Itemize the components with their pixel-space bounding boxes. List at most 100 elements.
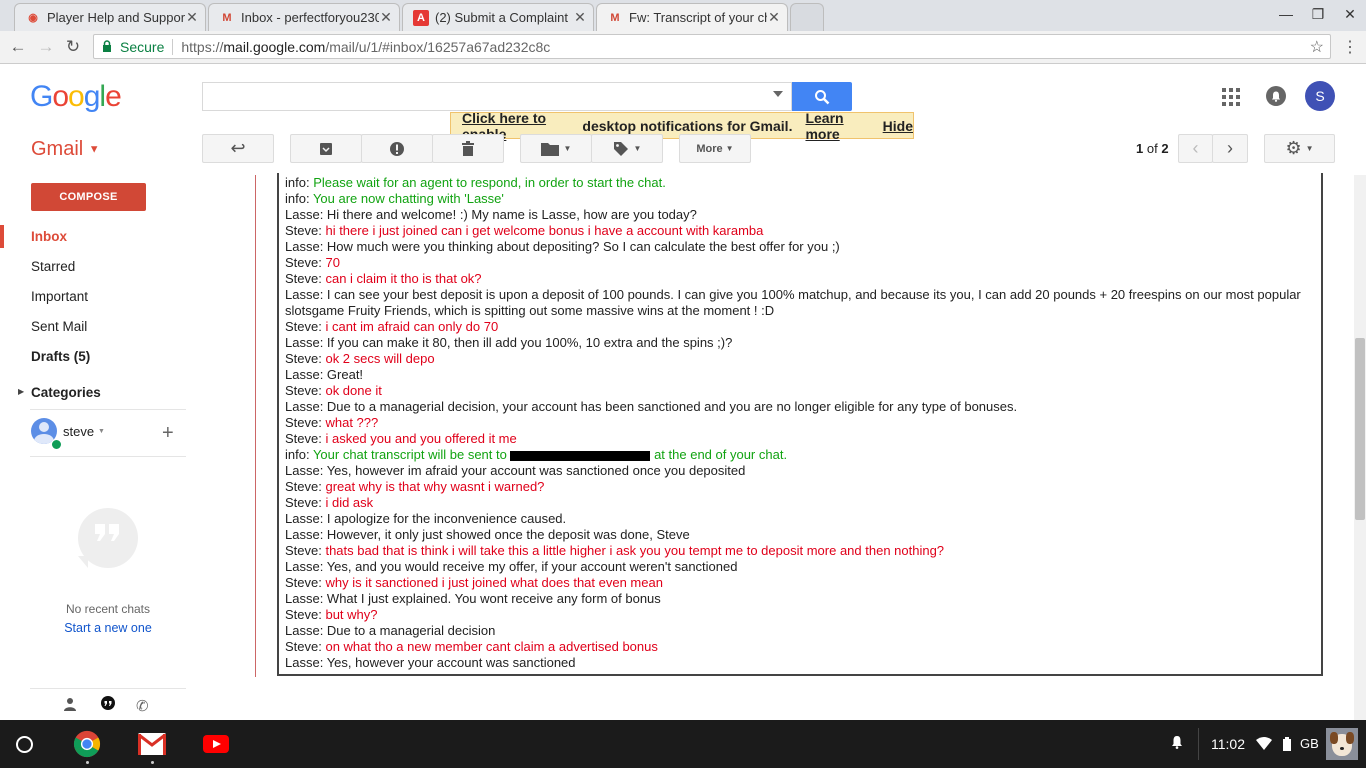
start-new-chat-link[interactable]: Start a new one [30,621,186,635]
user-profile-picture[interactable] [1326,728,1358,760]
message-text: Great! [326,367,364,382]
message-text: i did ask [325,495,374,510]
chevron-down-icon[interactable]: ▼ [98,428,105,435]
more-button[interactable]: More ▼ [679,134,751,163]
message-text: 70 [325,255,340,270]
sidebar-item-categories[interactable]: Categories [31,385,101,400]
wifi-icon[interactable] [1256,737,1272,753]
close-icon[interactable]: ✕ [573,9,587,26]
transcript-line: info: You are now chatting with 'Lasse' [285,191,1315,207]
contacts-person-icon[interactable] [63,697,77,714]
chevron-down-icon: ▼ [633,144,642,153]
menu-dots-icon[interactable]: ⋮ [1340,37,1360,57]
transcript-line: Lasse: However, it only just showed once… [285,527,1315,543]
gmail-app-icon[interactable] [138,730,166,758]
bookmark-star-icon[interactable]: ☆ [1310,37,1324,57]
keyboard-layout[interactable]: GB [1300,736,1319,751]
search-input[interactable] [202,82,792,111]
no-recent-chats: No recent chats [65,602,151,616]
browser-tab-player-help[interactable]: ◉ Player Help and Support ✕ [14,3,206,31]
add-icon[interactable]: + [162,423,174,443]
message-text: i cant im afraid can only do 70 [325,319,499,334]
expand-arrow-icon[interactable]: ▶ [18,387,24,396]
chrome-icon[interactable] [73,730,101,758]
message-text: why is it sanctioned i just joined what … [325,575,663,590]
minimize-icon[interactable]: — [1276,6,1296,22]
transcript-line: Lasse: I can see your best deposit is up… [285,287,1315,319]
archive-button[interactable] [290,134,362,163]
address-bar[interactable]: Secure https://mail.google.com/mail/u/1/… [93,34,1331,59]
browser-tab-strip: ◉ Player Help and Support ✕ M Inbox - pe… [0,0,1366,31]
sidebar-item-inbox[interactable]: Inbox [31,229,67,244]
battery-icon[interactable] [1283,737,1291,754]
browser-tab-inbox[interactable]: M Inbox - perfectforyou230 ✕ [208,3,400,31]
clock[interactable]: 11:02 [1211,736,1245,752]
search-options-icon[interactable] [773,91,783,97]
message-text: Due to a managerial decision, your accou… [326,399,1018,414]
message-text: I can see your best deposit is upon a de… [285,287,1301,318]
labels-button[interactable]: ▼ [591,134,663,163]
transcript-line: info: Please wait for an agent to respon… [285,175,1315,191]
new-tab-button[interactable] [790,3,824,31]
close-icon[interactable]: ✕ [185,9,199,26]
notifications-bell-icon[interactable] [1266,86,1286,106]
browser-tab-complaint[interactable]: A (2) Submit a Complaint ✕ [402,3,594,31]
phone-icon[interactable]: ✆ [136,697,149,715]
gear-icon: ⚙ [1285,138,1302,158]
hide-link[interactable]: Hide [883,118,913,134]
sidebar-item-sent[interactable]: Sent Mail [31,319,87,334]
forward-icon[interactable]: → [36,37,56,57]
speaker-label: Lasse: [285,623,327,638]
learn-more-link[interactable]: Learn more [805,110,872,142]
reload-icon[interactable]: ↻ [63,37,83,57]
speaker-label: Steve: [285,575,326,590]
back-to-inbox-button[interactable]: ↩ [202,134,274,163]
maximize-icon[interactable]: ❐ [1308,6,1328,23]
complaint-icon: A [413,9,429,26]
close-icon[interactable]: ✕ [379,9,393,26]
gmail-label: Gmail [31,138,84,160]
gmail-icon: M [222,11,232,24]
browser-tab-transcript[interactable]: M Fw: Transcript of your ch ✕ [596,3,788,31]
close-window-icon[interactable]: ✕ [1340,6,1360,23]
message-text: at the end of your chat. [650,447,788,462]
google-logo[interactable]: Google [30,80,122,114]
back-icon[interactable]: ← [8,37,28,57]
scrollbar-thumb[interactable] [1355,338,1365,520]
message-text: Yes, however im afraid your account was … [326,463,746,478]
message-text: Hi there and welcome! :) My name is Lass… [326,207,697,222]
older-button[interactable]: › [1212,134,1248,163]
move-to-button[interactable]: ▼ [520,134,592,163]
gmail-menu[interactable]: Gmail ▼ [31,138,100,161]
transcript-line: Lasse: Great! [285,367,1315,383]
apps-grid-icon[interactable] [1222,88,1240,109]
transcript-line: Steve: but why? [285,607,1315,623]
redacted-email [510,450,651,461]
compose-button[interactable]: COMPOSE [31,183,146,211]
chevron-down-icon: ▼ [725,144,734,153]
youtube-icon[interactable] [202,730,230,758]
delete-button[interactable] [432,134,504,163]
report-spam-button[interactable] [361,134,433,163]
launcher-icon[interactable] [16,736,33,753]
speaker-label: Steve: [285,383,326,398]
sidebar-item-important[interactable]: Important [31,289,88,304]
hangouts-icon[interactable] [100,696,116,715]
speaker-label: Steve: [285,495,326,510]
message-text: hi there i just joined can i get welcome… [325,223,764,238]
hangouts-user-name[interactable]: steve [63,424,94,439]
message-text: Yes, however your account was sanctioned [326,655,576,670]
divider [30,409,186,410]
label-tag-icon [613,141,628,156]
search-button[interactable] [792,82,852,111]
sidebar-item-drafts[interactable]: Drafts (5) [31,349,90,364]
message-text: ok done it [325,383,382,398]
speaker-label: info: [285,175,314,190]
close-icon[interactable]: ✕ [767,9,781,26]
account-avatar[interactable]: S [1305,81,1335,111]
settings-button[interactable]: ⚙ ▼ [1264,134,1335,163]
sidebar-item-starred[interactable]: Starred [31,259,75,274]
notification-bell-icon[interactable] [1171,735,1183,752]
newer-button[interactable]: ‹ [1178,134,1213,163]
speaker-label: Lasse: [285,591,327,606]
